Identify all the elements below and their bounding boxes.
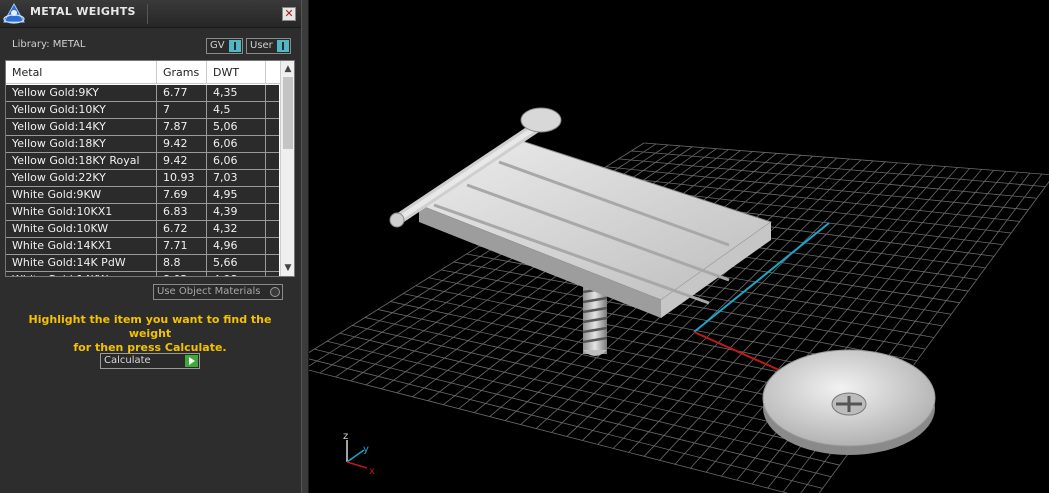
metal-cell: White Gold:14K PdW (6, 255, 157, 271)
table-row[interactable]: Yellow Gold:18KY Royal 9.42 6,06 (6, 153, 279, 170)
grams-cell: 9.42 (157, 153, 207, 169)
table-row[interactable]: Yellow Gold:10KY 7 4,5 (6, 102, 279, 119)
metal-cell: Yellow Gold:10KY (6, 102, 157, 118)
dwt-cell: 4,96 (207, 238, 266, 254)
table-body: Yellow Gold:9KY 6.77 4,35 Yellow Gold:10KY 7… (6, 85, 279, 276)
metal-cell: Yellow Gold:18KY Royal (6, 153, 157, 169)
panel-title: METAL WEIGHTS (30, 5, 136, 18)
grams-cell: 7.87 (157, 119, 207, 135)
gv-toggle-label: GV (210, 40, 225, 51)
metal-cell: White Gold:9KW (6, 187, 157, 203)
metal-cell: Yellow Gold:22KY (6, 170, 157, 186)
gizmo-x-label: x (369, 466, 375, 477)
grams-cell: 8.02 (157, 272, 207, 276)
gv-toggle[interactable]: GV (206, 38, 243, 54)
library-label: Library: METAL (12, 39, 86, 50)
table-row[interactable]: White Gold:10KW 6.72 4,32 (6, 221, 279, 238)
radio-icon[interactable] (270, 287, 280, 297)
scroll-up-arrow-icon[interactable]: ▲ (281, 62, 294, 76)
table-row[interactable]: White Gold:14KW8.024,98 (6, 272, 279, 276)
axis-gizmo: z y x (343, 431, 375, 477)
metal-weights-panel: METAL WEIGHTS ✕ Library: METAL GV User M… (0, 0, 301, 493)
x-axis-line (693, 331, 780, 371)
table-row[interactable]: White Gold:14K PdW 8.8 5,66 (6, 255, 279, 272)
panel-titlebar: METAL WEIGHTS ✕ (0, 0, 301, 28)
screw-head-disc (762, 349, 936, 455)
toggle-knob-icon (277, 40, 289, 52)
grams-cell: 6.72 (157, 221, 207, 237)
grams-cell: 6.77 (157, 85, 207, 101)
table-row[interactable]: White Gold:9KW 7.69 4,95 (6, 187, 279, 204)
scroll-down-arrow-icon[interactable]: ▼ (281, 261, 294, 275)
calculate-label: Calculate (104, 355, 151, 366)
gizmo-y-label: y (363, 444, 369, 455)
table-row[interactable]: Yellow Gold:18KY 9.42 6,06 (6, 136, 279, 153)
metal-cell: White Gold:14KX1 (6, 238, 157, 254)
toggle-knob-icon (229, 40, 241, 52)
dwt-cell: 7,03 (207, 170, 266, 186)
dwt-cell: 4,35 (207, 85, 266, 101)
use-object-materials-label: Use Object Materials (157, 286, 261, 297)
dwt-cell: 4,39 (207, 204, 266, 220)
scene-canvas: z y x (309, 107, 1049, 493)
table-row[interactable]: Yellow Gold:22KY 10.93 7,03 (6, 170, 279, 187)
dwt-cell: 6,06 (207, 153, 266, 169)
app-logo-icon (3, 2, 25, 24)
calculate-button[interactable]: Calculate (100, 353, 200, 369)
grams-cell: 7.71 (157, 238, 207, 254)
instruction-line-1: Highlight the item you want to find the … (28, 313, 272, 340)
table-header: Metal Grams DWT (6, 61, 280, 84)
column-header-dwt[interactable]: DWT (207, 61, 266, 84)
metal-cell: White Gold:14KW (6, 272, 157, 276)
play-arrow-icon (185, 355, 198, 367)
use-object-materials-option[interactable]: Use Object Materials (153, 284, 283, 300)
grams-cell: 7 (157, 102, 207, 118)
table-row[interactable]: White Gold:14KX1 7.71 4,96 (6, 238, 279, 255)
scroll-thumb[interactable] (283, 77, 293, 149)
dwt-cell: 5,06 (207, 119, 266, 135)
close-button[interactable]: ✕ (282, 7, 296, 21)
gizmo-z-label: z (343, 431, 348, 442)
metal-cell: Yellow Gold:14KY (6, 119, 157, 135)
dwt-cell: 4,32 (207, 221, 266, 237)
grams-cell: 9.42 (157, 136, 207, 152)
table-row[interactable]: White Gold:10KX1 6.83 4,39 (6, 204, 279, 221)
instruction-text: Highlight the item you want to find the … (10, 313, 290, 355)
user-toggle-label: User (250, 40, 273, 51)
table-row[interactable]: Yellow Gold:9KY 6.77 4,35 (6, 85, 279, 102)
dwt-cell: 4,98 (207, 272, 266, 276)
column-header-grams[interactable]: Grams (157, 61, 207, 84)
grams-cell: 6.83 (157, 204, 207, 220)
dwt-cell: 5,66 (207, 255, 266, 271)
grams-cell: 7.69 (157, 187, 207, 203)
metal-cell: White Gold:10KW (6, 221, 157, 237)
3d-viewport[interactable]: z y x (309, 0, 1049, 493)
metal-cell: White Gold:10KX1 (6, 204, 157, 220)
dwt-cell: 6,06 (207, 136, 266, 152)
table-row[interactable]: Yellow Gold:14KY 7.87 5,06 (6, 119, 279, 136)
metal-cell: Yellow Gold:9KY (6, 85, 157, 101)
grams-cell: 8.8 (157, 255, 207, 271)
title-divider (147, 4, 148, 24)
table-scrollbar[interactable]: ▲ ▼ (280, 61, 294, 276)
grams-cell: 10.93 (157, 170, 207, 186)
column-header-metal[interactable]: Metal (6, 61, 157, 84)
metal-cell: Yellow Gold:18KY (6, 136, 157, 152)
metal-table: Metal Grams DWT Yellow Gold:9KY 6.77 4,35 Y… (5, 60, 295, 277)
dwt-cell: 4,95 (207, 187, 266, 203)
user-toggle[interactable]: User (246, 38, 291, 54)
panel-splitter[interactable] (301, 0, 309, 493)
dwt-cell: 4,5 (207, 102, 266, 118)
